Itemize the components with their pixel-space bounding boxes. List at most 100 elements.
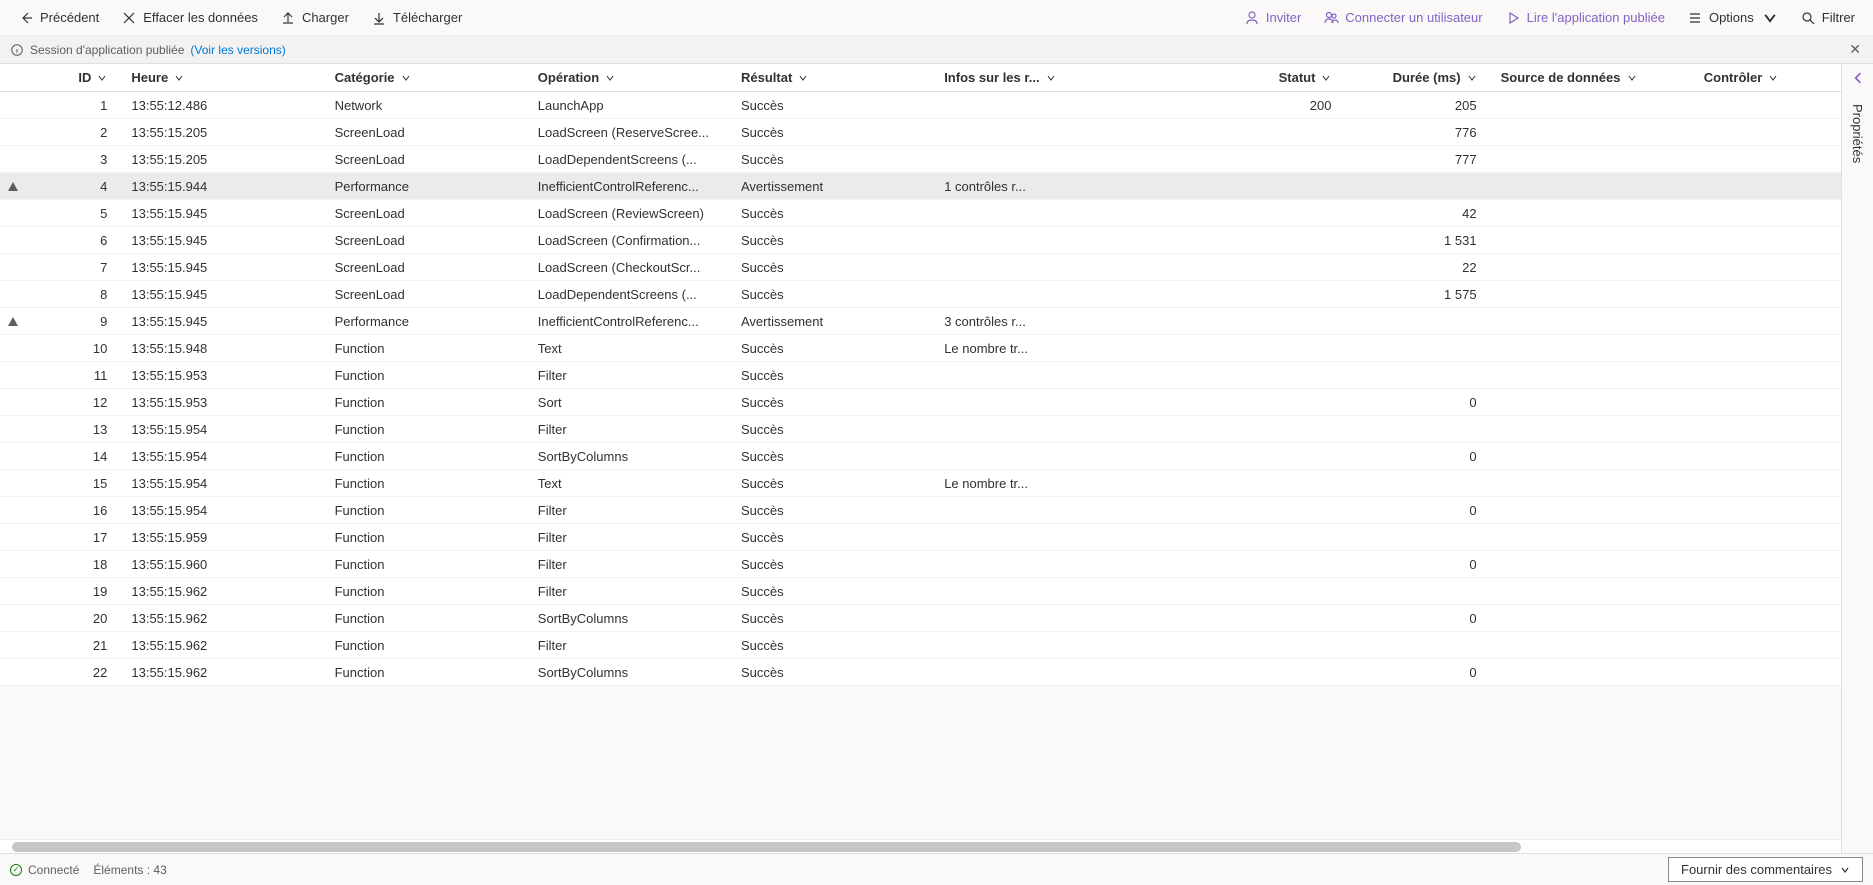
download-button[interactable]: Télécharger: [361, 3, 472, 33]
header-status[interactable]: Statut: [1202, 64, 1347, 92]
cell-category: Function: [327, 605, 530, 632]
cell-duration: 0: [1347, 659, 1492, 686]
header-control[interactable]: Contrôler: [1696, 64, 1841, 92]
cell-status: [1202, 551, 1347, 578]
cell-category: Function: [327, 497, 530, 524]
cell-source: [1493, 335, 1696, 362]
header-warn[interactable]: [0, 64, 27, 92]
warning-icon: [8, 182, 18, 191]
feedback-button[interactable]: Fournir des commentaires: [1668, 857, 1863, 882]
table-row[interactable]: 1313:55:15.954FunctionFilterSuccès: [0, 416, 1841, 443]
table-row[interactable]: 413:55:15.944PerformanceInefficientContr…: [0, 173, 1841, 200]
header-time[interactable]: Heure: [123, 64, 326, 92]
cell-duration: [1347, 308, 1492, 335]
table-row[interactable]: 913:55:15.945PerformanceInefficientContr…: [0, 308, 1841, 335]
cell-operation: Filter: [530, 524, 733, 551]
table-row[interactable]: 513:55:15.945ScreenLoadLoadScreen (Revie…: [0, 200, 1841, 227]
table-row[interactable]: 2213:55:15.962FunctionSortByColumnsSuccè…: [0, 659, 1841, 686]
connect-user-button[interactable]: Connecter un utilisateur: [1313, 3, 1492, 33]
properties-label[interactable]: Propriétés: [1850, 104, 1865, 163]
cell-source: [1493, 443, 1696, 470]
cell-control: [1696, 470, 1841, 497]
cell-operation: Filter: [530, 578, 733, 605]
cell-warn: [0, 551, 27, 578]
cell-info: [936, 416, 1202, 443]
clear-button[interactable]: Effacer les données: [111, 3, 268, 33]
cell-warn: [0, 470, 27, 497]
cell-duration: [1347, 335, 1492, 362]
table-row[interactable]: 613:55:15.945ScreenLoadLoadScreen (Confi…: [0, 227, 1841, 254]
chevron-down-icon: [1467, 73, 1477, 83]
invite-button[interactable]: Inviter: [1234, 3, 1311, 33]
download-icon: [371, 10, 387, 26]
cell-info: [936, 200, 1202, 227]
cell-warn: [0, 281, 27, 308]
header-id[interactable]: ID: [27, 64, 124, 92]
cell-time: 13:55:15.948: [123, 335, 326, 362]
header-operation[interactable]: Opération: [530, 64, 733, 92]
banner-link[interactable]: (Voir les versions): [190, 43, 285, 57]
options-button[interactable]: Options: [1677, 3, 1788, 33]
cell-operation: Text: [530, 470, 733, 497]
table-row[interactable]: 1013:55:15.948FunctionTextSuccèsLe nombr…: [0, 335, 1841, 362]
chevron-down-icon: [1768, 73, 1778, 83]
check-circle-icon: [10, 864, 22, 876]
table-row[interactable]: 1413:55:15.954FunctionSortByColumnsSuccè…: [0, 443, 1841, 470]
table-row[interactable]: 1913:55:15.962FunctionFilterSuccès: [0, 578, 1841, 605]
table-row[interactable]: 813:55:15.945ScreenLoadLoadDependentScre…: [0, 281, 1841, 308]
upload-button[interactable]: Charger: [270, 3, 359, 33]
cell-operation: Filter: [530, 416, 733, 443]
play-button[interactable]: Lire l'application publiée: [1495, 3, 1675, 33]
cell-control: [1696, 92, 1841, 119]
table-row[interactable]: 213:55:15.205ScreenLoadLoadScreen (Reser…: [0, 119, 1841, 146]
table-row[interactable]: 713:55:15.945ScreenLoadLoadScreen (Check…: [0, 254, 1841, 281]
cell-source: [1493, 362, 1696, 389]
cell-warn: [0, 524, 27, 551]
cell-warn: [0, 497, 27, 524]
table-row[interactable]: 2113:55:15.962FunctionFilterSuccès: [0, 632, 1841, 659]
header-result[interactable]: Résultat: [733, 64, 936, 92]
statusbar-left: Connecté Éléments : 43: [10, 863, 167, 877]
banner-text: Session d'application publiée: [30, 43, 184, 57]
table-row[interactable]: 1513:55:15.954FunctionTextSuccèsLe nombr…: [0, 470, 1841, 497]
table-row[interactable]: 2013:55:15.962FunctionSortByColumnsSuccè…: [0, 605, 1841, 632]
horizontal-scrollbar[interactable]: [0, 839, 1841, 853]
table-row[interactable]: 113:55:12.486NetworkLaunchAppSuccès20020…: [0, 92, 1841, 119]
expand-panel-button[interactable]: [1842, 64, 1873, 84]
cell-operation: LoadScreen (ReviewScreen): [530, 200, 733, 227]
scrollbar-thumb[interactable]: [12, 842, 1521, 852]
cell-result: Succès: [733, 443, 936, 470]
table-row[interactable]: 1113:55:15.953FunctionFilterSuccès: [0, 362, 1841, 389]
header-category[interactable]: Catégorie: [327, 64, 530, 92]
table-row[interactable]: 1613:55:15.954FunctionFilterSuccès0: [0, 497, 1841, 524]
table-scroll[interactable]: ID Heure Catégorie Opération Résultat In…: [0, 64, 1841, 839]
table-row[interactable]: 1213:55:15.953FunctionSortSuccès0: [0, 389, 1841, 416]
cell-duration: [1347, 173, 1492, 200]
table-row[interactable]: 313:55:15.205ScreenLoadLoadDependentScre…: [0, 146, 1841, 173]
cell-duration: 0: [1347, 497, 1492, 524]
cell-duration: [1347, 524, 1492, 551]
cell-control: [1696, 335, 1841, 362]
properties-panel-collapsed: Propriétés: [1841, 64, 1873, 853]
cell-warn: [0, 308, 27, 335]
banner-close-button[interactable]: ✕: [1849, 41, 1861, 58]
cell-time: 13:55:15.954: [123, 470, 326, 497]
cell-result: Succès: [733, 551, 936, 578]
cell-result: Succès: [733, 119, 936, 146]
header-info[interactable]: Infos sur les r...: [936, 64, 1202, 92]
cell-info: [936, 443, 1202, 470]
close-icon: [121, 10, 137, 26]
cell-time: 13:55:15.945: [123, 200, 326, 227]
cell-warn: [0, 605, 27, 632]
cell-duration: [1347, 416, 1492, 443]
cell-category: Function: [327, 578, 530, 605]
header-source[interactable]: Source de données: [1493, 64, 1696, 92]
cell-time: 13:55:15.953: [123, 389, 326, 416]
table-row[interactable]: 1813:55:15.960FunctionFilterSuccès0: [0, 551, 1841, 578]
cell-operation: LoadScreen (Confirmation...: [530, 227, 733, 254]
back-button[interactable]: Précédent: [8, 3, 109, 33]
table-row[interactable]: 1713:55:15.959FunctionFilterSuccès: [0, 524, 1841, 551]
header-duration[interactable]: Durée (ms): [1347, 64, 1492, 92]
filter-button[interactable]: Filtrer: [1790, 3, 1865, 33]
cell-info: Le nombre tr...: [936, 335, 1202, 362]
